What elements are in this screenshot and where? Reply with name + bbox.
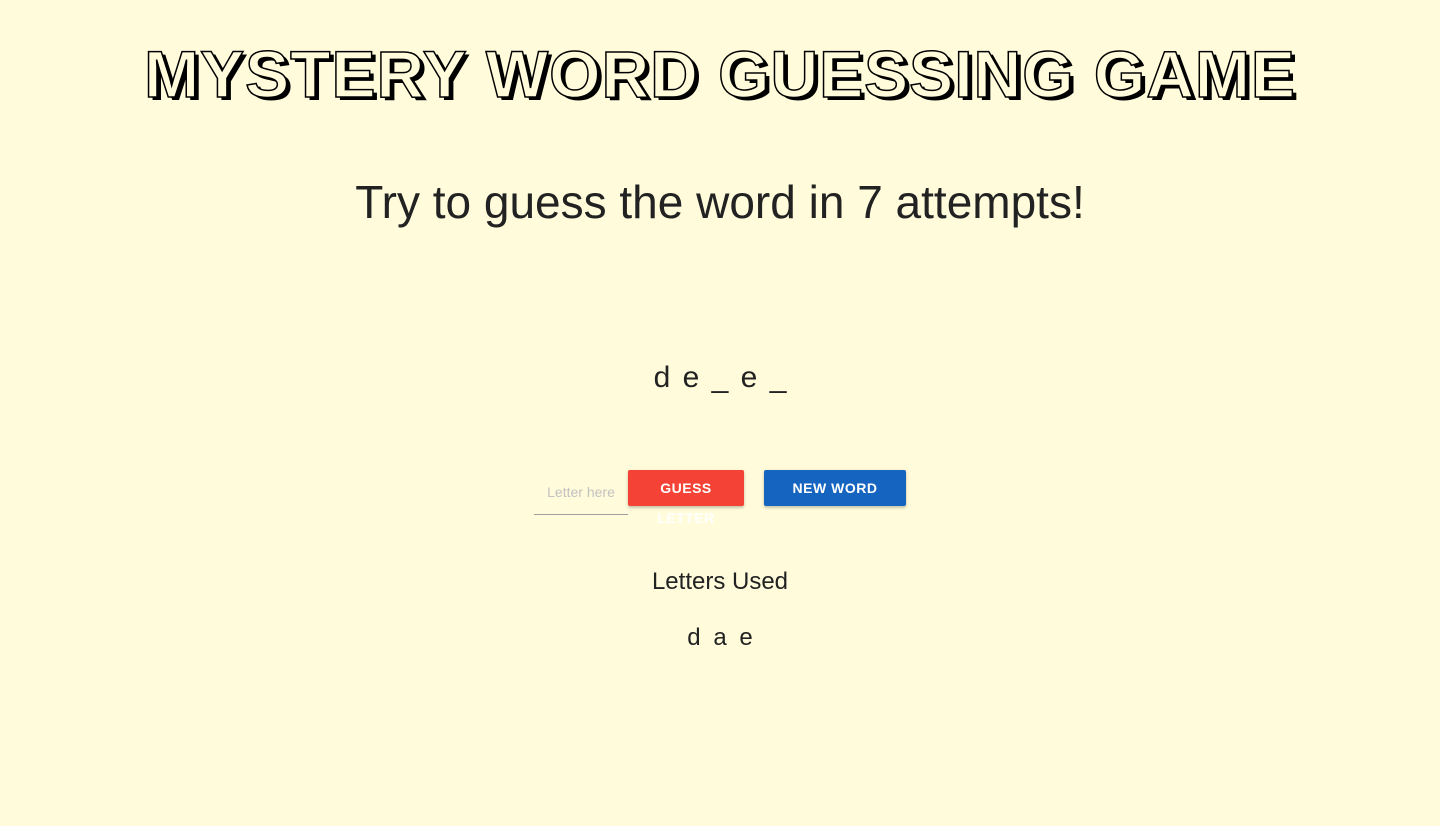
page-title: MYSTERY WORD GUESSING GAME [143, 36, 1296, 112]
letters-used-list: d a e [687, 624, 753, 651]
new-word-button[interactable]: NEW WORD [764, 470, 906, 506]
instructions-text: Try to guess the word in 7 attempts! [355, 176, 1085, 228]
mystery-word-display: d e _ e _ [653, 361, 787, 394]
letters-used-heading: Letters Used [651, 568, 789, 595]
letter-input[interactable] [534, 470, 628, 515]
guess-letter-button[interactable]: GUESS LETTER [628, 470, 744, 526]
guess-button-label-overflow: LETTER [657, 510, 715, 526]
game-page: MYSTERY WORD GUESSING GAME Try to guess … [0, 0, 1440, 826]
